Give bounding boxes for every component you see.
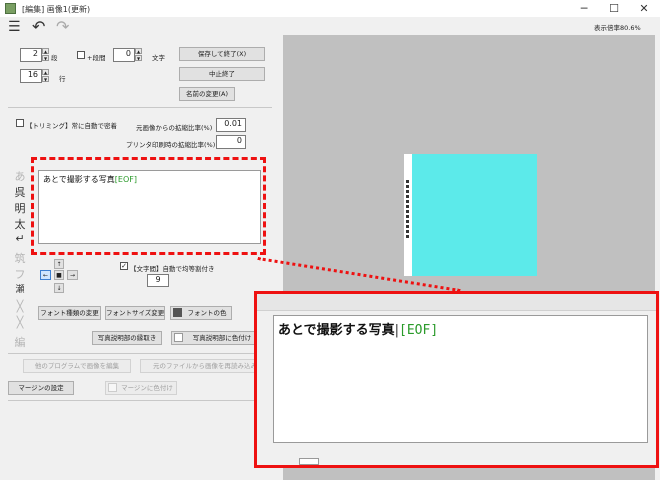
rows-field[interactable]: 16 <box>20 69 42 83</box>
callout-arrow-button <box>299 458 319 465</box>
separator <box>8 400 272 401</box>
tool-font-kure[interactable]: 呉 <box>13 184 27 200</box>
other-program-button[interactable]: 他のプログラムで画像を編集 <box>23 359 131 373</box>
chars-label: 文字 <box>152 54 165 62</box>
trim-checkbox[interactable] <box>16 119 24 127</box>
separator <box>8 107 272 108</box>
vertical-caption-text <box>406 180 409 240</box>
tool-edit[interactable]: 編 <box>13 334 27 350</box>
tool-se[interactable]: 瀬 <box>13 282 27 295</box>
caption-text-enlarged: あとで撮影する写真 <box>278 323 395 338</box>
tool-bold[interactable]: 太 <box>13 216 27 232</box>
spacing-label: +段間 <box>87 54 106 62</box>
arrow-right-button[interactable]: → <box>67 270 78 280</box>
page-preview[interactable] <box>404 154 537 276</box>
zoom-label: 表示倍率80.6% <box>594 24 641 32</box>
font-type-button[interactable]: フォント種類の変更 <box>38 306 101 320</box>
arrow-center-button[interactable]: ■ <box>54 270 64 280</box>
arrow-left-button[interactable]: ← <box>40 270 51 280</box>
margin-color-swatch <box>108 383 117 392</box>
print-ratio-field[interactable]: 0 <box>216 135 246 149</box>
caption-editor-enlarged[interactable]: あとで撮影する写真|[EOF] <box>273 315 648 443</box>
tool-return[interactable]: ↵ <box>13 232 27 245</box>
tool-tsuku[interactable]: 筑 <box>13 250 27 266</box>
rename-button[interactable]: 名前の変更(A) <box>179 87 235 101</box>
highlight-dashed-box <box>31 157 266 255</box>
reload-file-button[interactable]: 元のファイルから画像を再読み込み <box>140 359 270 373</box>
tool-cross-1[interactable]: ╳ <box>13 300 27 313</box>
maximize-button[interactable]: ☐ <box>600 1 628 16</box>
font-color-swatch <box>173 308 182 317</box>
app-icon <box>5 3 16 14</box>
margin-settings-button[interactable]: マージンの設定 <box>8 381 74 395</box>
rows-label: 行 <box>59 75 66 83</box>
caption-bg-swatch <box>174 333 183 342</box>
columns-field[interactable]: 2 <box>20 48 42 62</box>
title-bar <box>0 0 660 17</box>
caption-border-button[interactable]: 写真説明部の縁取き <box>92 331 162 345</box>
close-button[interactable]: ✕ <box>630 1 658 16</box>
rows-spin-up[interactable]: ▲ <box>42 69 49 75</box>
char-spacing-checkbox[interactable]: ✓ <box>120 262 128 270</box>
trim-label: 【トリミング】常に自動で密着 <box>26 122 117 130</box>
columns-spin-down[interactable]: ▼ <box>42 55 49 61</box>
char-spacing-label: 【文字間】自動で均等割付き <box>130 265 215 273</box>
minimize-button[interactable]: ─ <box>570 1 598 16</box>
char-spacing-field[interactable]: 9 <box>147 274 169 287</box>
callout-strip <box>257 294 656 311</box>
save-close-button[interactable]: 保存して終了(X) <box>179 47 265 61</box>
original-ratio-field[interactable]: 0.01 <box>216 118 246 132</box>
window-title: [編集] 画像1(更新) <box>22 5 91 14</box>
tool-hiragana[interactable]: あ <box>13 168 27 184</box>
chars-spin-up[interactable]: ▲ <box>135 48 142 54</box>
arrow-down-button[interactable]: ↓ <box>54 283 64 293</box>
redo-icon[interactable]: ↷ <box>56 17 69 36</box>
tool-fu[interactable]: フ <box>13 266 27 282</box>
print-ratio-label: プリンタ印刷時の拡縮比率(%) <box>126 141 216 149</box>
original-ratio-label: 元画像からの拡縮比率(%) <box>136 124 213 132</box>
chars-spin-down[interactable]: ▼ <box>135 55 142 61</box>
rows-spin-down[interactable]: ▼ <box>42 76 49 82</box>
separator <box>8 353 272 354</box>
columns-label: 段 <box>51 54 58 62</box>
spacing-checkbox[interactable] <box>77 51 85 59</box>
columns-spin-up[interactable]: ▲ <box>42 48 49 54</box>
tool-cross-2[interactable]: ╳ <box>13 316 27 329</box>
caption-bg-button[interactable]: 写真説明部に色付け <box>171 331 261 345</box>
chars-field[interactable]: 0 <box>113 48 135 62</box>
cancel-close-button[interactable]: 中止終了 <box>179 67 265 81</box>
menu-icon[interactable]: ☰ <box>8 19 21 35</box>
undo-icon[interactable]: ↶ <box>32 17 45 36</box>
tool-font-mincho[interactable]: 明 <box>13 200 27 216</box>
font-size-button[interactable]: フォントサイズ変更 <box>105 306 165 320</box>
eof-marker-enlarged: [EOF] <box>399 323 439 338</box>
arrow-up-button[interactable]: ↑ <box>54 259 64 269</box>
